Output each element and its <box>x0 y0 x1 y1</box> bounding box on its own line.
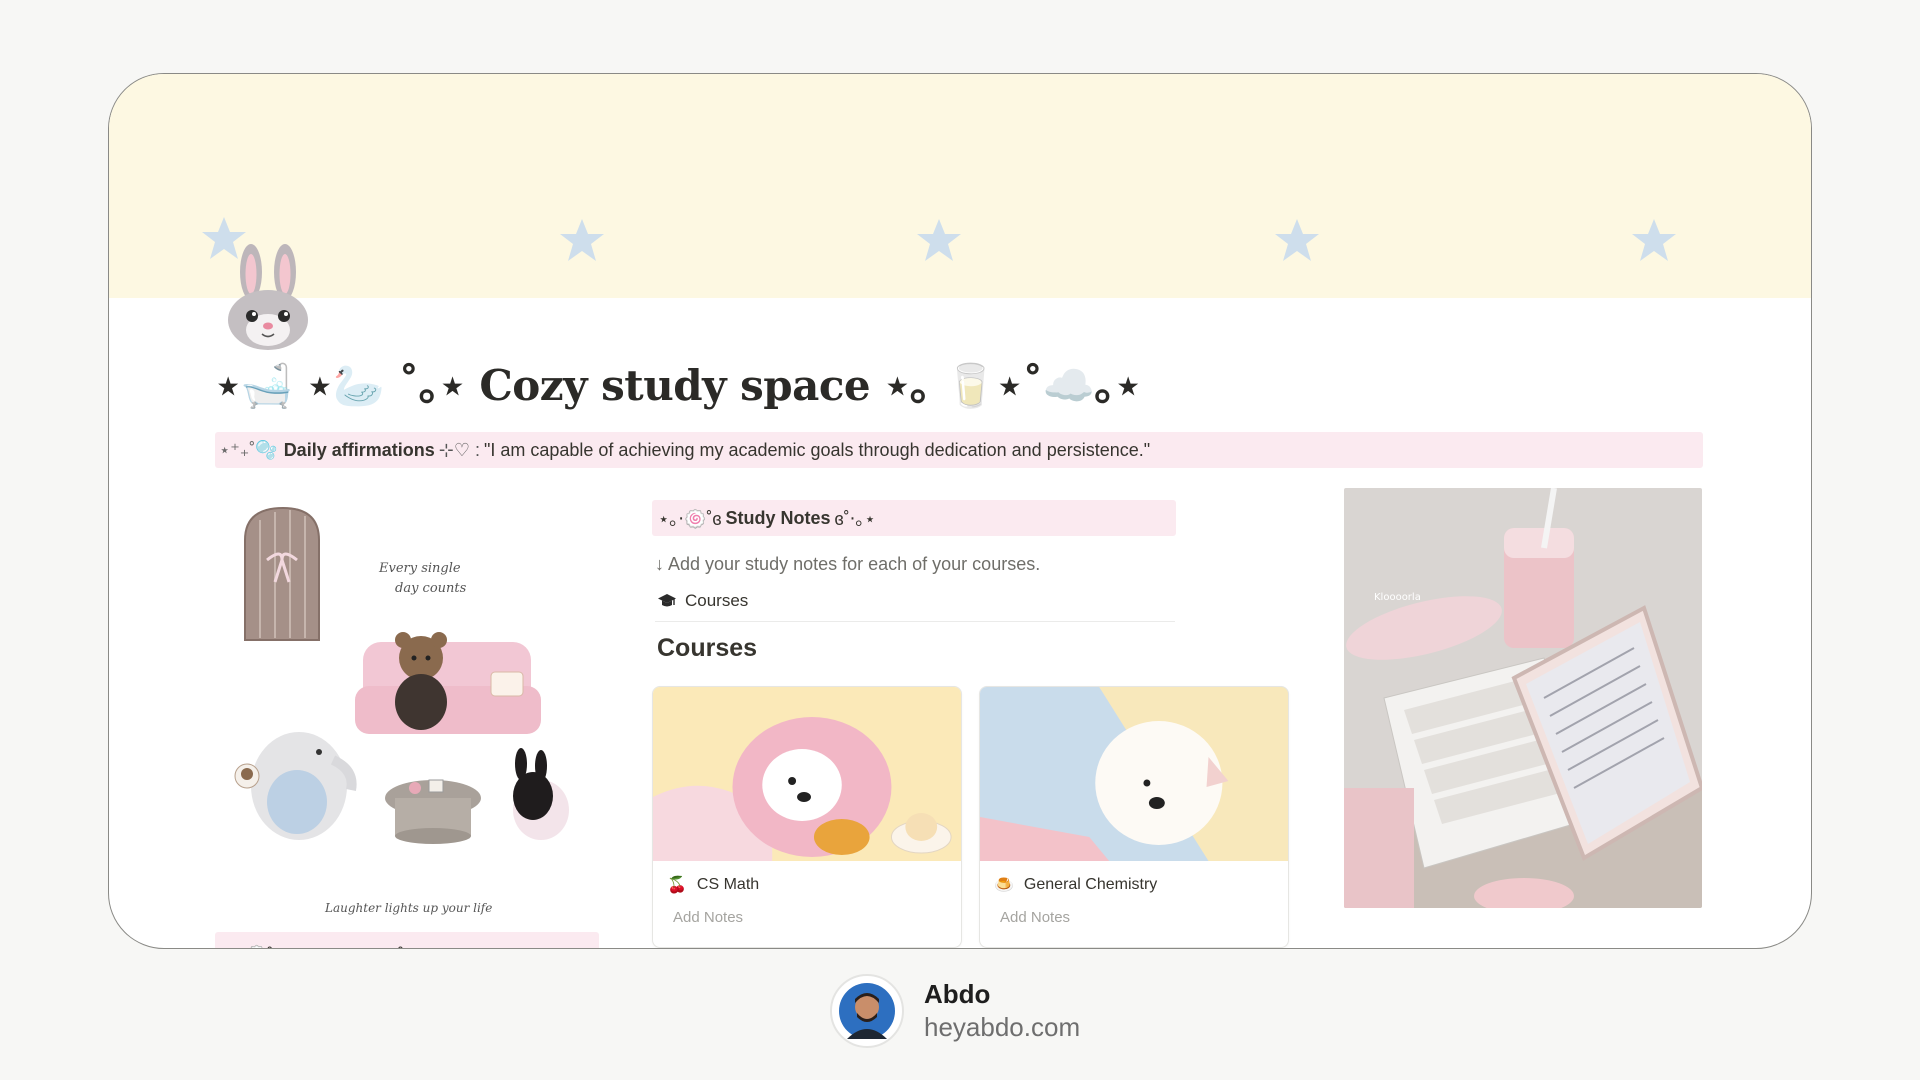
author-footer[interactable]: Abdo heyabdo.com <box>830 974 1080 1048</box>
cherry-icon: 🍒 <box>667 877 687 894</box>
cozy-illustration[interactable]: Every single day counts Laughter lights … <box>215 490 601 948</box>
course-card-general-chemistry[interactable]: 🍮 General Chemistry Add Notes <box>979 686 1289 948</box>
star-decoration-icon <box>1632 219 1676 261</box>
pudding-icon: 🍮 <box>994 877 1014 894</box>
page-cover[interactable] <box>109 74 1811 298</box>
author-avatar[interactable] <box>830 974 904 1048</box>
navigations-callout[interactable]: ⋆｡‧🍥˚ɞ Navigations ɞ˚‧｡⋆ <box>215 932 599 948</box>
study-notes-callout[interactable]: ⋆｡‧🍥˚ɞ Study Notes ɞ˚‧｡⋆ <box>652 500 1176 536</box>
course-card-title: 🍒 CS Math <box>653 861 961 895</box>
affirmation-heart: ⊹♡ : <box>438 439 480 460</box>
author-site[interactable]: heyabdo.com <box>924 1012 1080 1043</box>
divider <box>655 621 1175 622</box>
page-title[interactable]: ⋆🛁 ⋆🦢 ˚｡⋆ Cozy study space ⋆｡ 🥛⋆˚☁️｡⋆ <box>215 352 1141 413</box>
affirmation-label: Daily affirmations <box>283 439 435 460</box>
course-card-cs-math[interactable]: 🍒 CS Math Add Notes <box>652 686 962 948</box>
avatar-image <box>839 983 895 1039</box>
affirmation-text: "I am capable of achieving my academic g… <box>483 439 1151 460</box>
course-cover-image <box>653 687 961 861</box>
star-decoration-icon <box>1275 219 1319 261</box>
graduation-cap-icon <box>658 594 676 607</box>
course-card-title: 🍮 General Chemistry <box>980 861 1288 895</box>
illustration-caption: Laughter lights up your life <box>324 901 492 915</box>
course-title: General Chemistry <box>1023 876 1158 893</box>
star-decoration-icon <box>917 219 961 261</box>
course-title: CS Math <box>696 876 760 893</box>
course-cover-image <box>980 687 1288 861</box>
desk-setup-photo[interactable]: Kloooorla <box>1344 488 1702 908</box>
study-notes-hint: ↓ Add your study notes for each of your … <box>655 554 1041 574</box>
illustration-image: Every single day counts Laughter lights … <box>234 506 569 915</box>
study-notes-prefix: ⋆｡‧🍥˚ɞ <box>658 509 722 529</box>
page-frame: ⋆🛁 ⋆🦢 ˚｡⋆ Cozy study space ⋆｡ 🥛⋆˚☁️｡⋆ ⋆⁺… <box>108 73 1812 949</box>
photo-label: Kloooorla <box>1374 592 1421 603</box>
study-notes-suffix: ɞ˚‧｡⋆ <box>834 509 876 529</box>
courses-link[interactable]: Courses <box>657 586 748 616</box>
course-add-notes[interactable]: Add Notes <box>980 895 1288 926</box>
course-add-notes[interactable]: Add Notes <box>653 895 961 926</box>
star-decoration-icon <box>560 219 604 261</box>
illustration-text-1: Every single <box>378 561 461 576</box>
author-name: Abdo <box>924 979 991 1009</box>
courses-heading: Courses <box>657 634 758 662</box>
affirmation-callout[interactable]: ⋆⁺₊˚🫧 Daily affirmations ⊹♡ : "I am capa… <box>215 432 1703 468</box>
study-notes-label: Study Notes <box>725 507 831 528</box>
author-info: Abdo heyabdo.com <box>924 979 1080 1043</box>
rabbit-face-icon[interactable] <box>221 242 317 352</box>
courses-link-label: Courses <box>685 591 749 610</box>
affirmation-deco: ⋆⁺₊˚🫧 <box>219 439 278 460</box>
illustration-text-2: day counts <box>395 581 467 596</box>
